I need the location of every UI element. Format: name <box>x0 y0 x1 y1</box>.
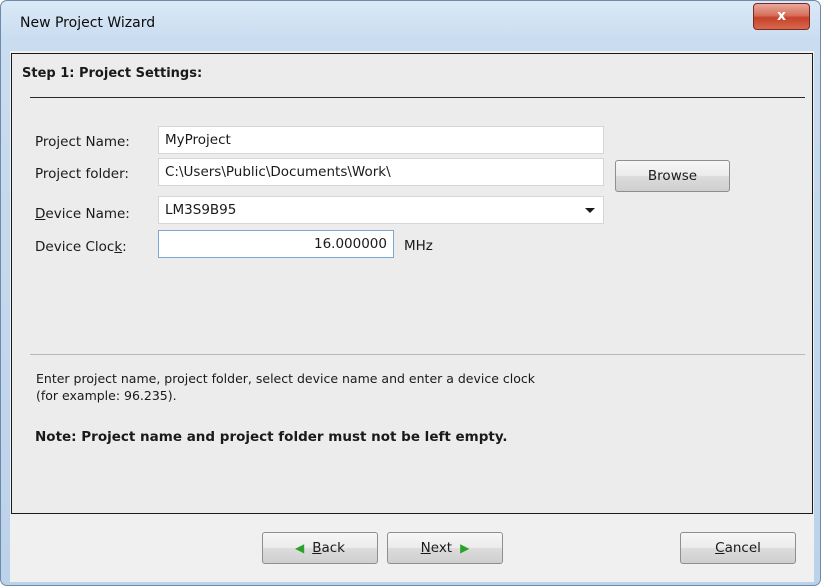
help-text-line2: (for example: 96.235). <box>36 388 177 403</box>
next-button[interactable]: Next ▶ <box>387 532 503 564</box>
project-name-label: Project Name: <box>35 134 130 150</box>
device-name-label-rest: evice Name: <box>45 206 130 222</box>
step-title: Step 1: Project Settings: <box>22 66 203 81</box>
device-clock-label-suffix: : <box>122 239 127 255</box>
device-clock-label: Device Clock: <box>35 239 127 255</box>
clock-units: MHz <box>404 238 433 254</box>
cancel-label: Cancel <box>715 540 761 556</box>
help-text: Enter project name, project folder, sele… <box>36 370 676 404</box>
step-divider <box>30 97 805 98</box>
note-text: Note: Project name and project folder mu… <box>35 429 508 445</box>
content-panel: Step 1: Project Settings: Project Name: … <box>11 53 813 514</box>
device-name-label-accel: D <box>35 206 46 222</box>
project-folder-input[interactable]: C:\Users\Public\Documents\Work\ <box>158 158 604 186</box>
project-name-input[interactable]: MyProject <box>158 126 604 154</box>
button-bar: ◀ Back Next ▶ Cancel <box>10 515 814 582</box>
right-arrow-icon: ▶ <box>460 541 470 555</box>
window-title: New Project Wizard <box>20 15 156 31</box>
help-text-line1: Enter project name, project folder, sele… <box>36 371 536 386</box>
project-folder-label: Project folder: <box>35 166 129 182</box>
cancel-button[interactable]: Cancel <box>680 532 796 564</box>
chevron-down-icon[interactable] <box>585 208 595 213</box>
device-name-value: LM3S9B95 <box>165 202 237 218</box>
back-button[interactable]: ◀ Back <box>262 532 378 564</box>
next-label: Next <box>420 540 453 556</box>
left-arrow-icon: ◀ <box>294 541 305 555</box>
browse-button[interactable]: Browse <box>615 160 730 192</box>
device-name-label: Device Name: <box>35 206 130 222</box>
close-icon: x <box>776 8 787 24</box>
back-label: Back <box>312 540 345 556</box>
close-button[interactable]: x <box>753 3 810 30</box>
device-name-select[interactable]: LM3S9B95 <box>158 196 604 224</box>
device-clock-label-accel: k <box>114 239 123 255</box>
client-area: Step 1: Project Settings: Project Name: … <box>10 51 814 582</box>
device-clock-input[interactable]: 16.000000 <box>158 230 394 258</box>
wizard-window: New Project Wizard x Step 1: Project Set… <box>0 0 821 586</box>
device-clock-label-prefix: Device Cloc <box>35 239 115 255</box>
help-divider <box>30 354 805 355</box>
